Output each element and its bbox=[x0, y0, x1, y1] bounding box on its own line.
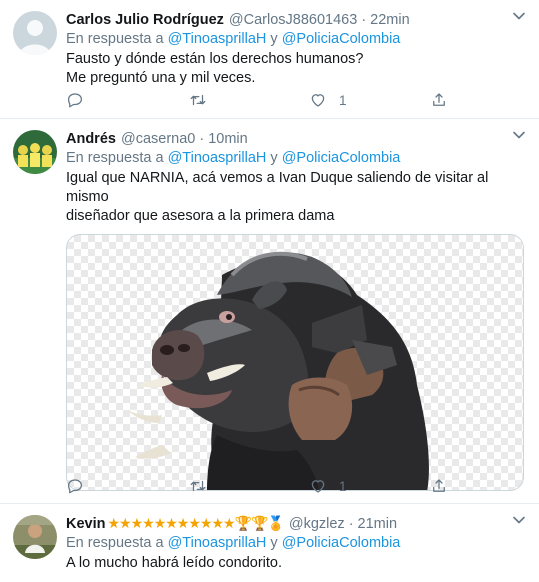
reply-context: En respuesta a @TinoasprillaH y @Policia… bbox=[66, 535, 525, 554]
reply-prefix: En respuesta a bbox=[66, 150, 164, 166]
like-button[interactable]: 1 bbox=[309, 91, 347, 109]
tweet-text-line: A lo mucho habrá leído condorito. bbox=[66, 555, 283, 571]
tweet-actions: 1 bbox=[0, 90, 445, 110]
share-icon bbox=[433, 93, 445, 106]
like-count: 1 bbox=[339, 92, 347, 108]
tweet-text: Igual que NARNIA, acá vemos a Ivan Duque… bbox=[66, 169, 525, 226]
emoji-badges: ★★★★★★★★★★★🏆🏆🏅 bbox=[107, 515, 285, 531]
team-photo-avatar bbox=[13, 130, 57, 174]
reply-context: En respuesta a @TinoasprillaH y @Policia… bbox=[66, 150, 525, 169]
tweet-text: A lo mucho habrá leído condorito. bbox=[66, 554, 525, 573]
display-name[interactable]: Kevin bbox=[66, 516, 106, 532]
reply-prefix: En respuesta a bbox=[66, 535, 164, 551]
separator-dot: · bbox=[199, 130, 205, 147]
mention-link[interactable]: @PoliciaColombia bbox=[282, 31, 401, 47]
retweet-button[interactable] bbox=[189, 91, 219, 109]
user-handle[interactable]: @caserna0 bbox=[121, 131, 195, 147]
tweet[interactable]: Carlos Julio Rodríguez @CarlosJ88601463 … bbox=[0, 0, 539, 119]
mention-link[interactable]: @TinoasprillaH bbox=[168, 150, 267, 166]
reply-button[interactable] bbox=[66, 477, 96, 495]
timeline-feed: Carlos Julio Rodríguez @CarlosJ88601463 … bbox=[0, 0, 539, 582]
mention-link[interactable]: @TinoasprillaH bbox=[168, 31, 267, 47]
heart-icon bbox=[311, 94, 325, 107]
reply-button[interactable] bbox=[66, 91, 96, 109]
avatar[interactable] bbox=[13, 515, 57, 559]
share-button[interactable] bbox=[430, 477, 448, 495]
reply-and: y bbox=[270, 150, 278, 166]
display-name[interactable]: Carlos Julio Rodríguez bbox=[66, 12, 224, 28]
tweet-text: Fausto y dónde están los derechos humano… bbox=[66, 50, 525, 88]
display-name[interactable]: Andrés bbox=[66, 131, 116, 147]
tweet-text-line: Me preguntó una y mil veces. bbox=[66, 70, 256, 86]
retweet-icon bbox=[190, 480, 206, 492]
tweet[interactable]: Kevin ★★★★★★★★★★★🏆🏆🏅 @kgzlez · 21min En … bbox=[0, 504, 539, 582]
reply-icon bbox=[67, 479, 83, 494]
reply-prefix: En respuesta a bbox=[66, 31, 164, 47]
timestamp[interactable]: 21min bbox=[358, 516, 398, 532]
reply-icon bbox=[67, 93, 83, 108]
tweet-text-line: Fausto y dónde están los derechos humano… bbox=[66, 51, 364, 67]
tweet-actions: 1 bbox=[0, 476, 445, 496]
mention-link[interactable]: @TinoasprillaH bbox=[168, 535, 267, 551]
user-handle[interactable]: @CarlosJ88601463 bbox=[229, 12, 357, 28]
boar-image bbox=[127, 251, 429, 490]
share-button[interactable] bbox=[430, 91, 448, 109]
retweet-button[interactable] bbox=[189, 477, 219, 495]
avatar[interactable] bbox=[13, 11, 57, 55]
chevron-down-icon[interactable] bbox=[511, 127, 527, 143]
tweet-text-line: Igual que NARNIA, acá vemos a Ivan Duque… bbox=[66, 170, 489, 205]
tweet[interactable]: Andrés @caserna0 · 10min En respuesta a … bbox=[0, 119, 539, 504]
default-avatar-icon bbox=[13, 11, 57, 55]
chevron-down-icon[interactable] bbox=[511, 8, 527, 24]
avatar[interactable] bbox=[13, 130, 57, 174]
chevron-down-icon[interactable] bbox=[511, 512, 527, 528]
heart-icon bbox=[311, 480, 325, 493]
share-icon bbox=[433, 479, 445, 492]
retweet-icon bbox=[190, 94, 206, 106]
user-photo-avatar bbox=[13, 515, 57, 559]
user-handle[interactable]: @kgzlez bbox=[289, 516, 345, 532]
timestamp[interactable]: 10min bbox=[208, 131, 248, 147]
reply-context: En respuesta a @TinoasprillaH y @Policia… bbox=[66, 31, 525, 50]
timestamp[interactable]: 22min bbox=[370, 12, 410, 28]
mention-link[interactable]: @PoliciaColombia bbox=[282, 150, 401, 166]
tweet-media-image[interactable] bbox=[66, 234, 524, 491]
like-count: 1 bbox=[339, 478, 347, 494]
reply-and: y bbox=[270, 535, 278, 551]
mention-link[interactable]: @PoliciaColombia bbox=[282, 535, 401, 551]
like-button[interactable]: 1 bbox=[309, 477, 347, 495]
tweet-text-line: diseñador que asesora a la primera dama bbox=[66, 208, 335, 224]
separator-dot: · bbox=[348, 515, 354, 532]
separator-dot: · bbox=[361, 11, 367, 28]
reply-and: y bbox=[270, 31, 278, 47]
